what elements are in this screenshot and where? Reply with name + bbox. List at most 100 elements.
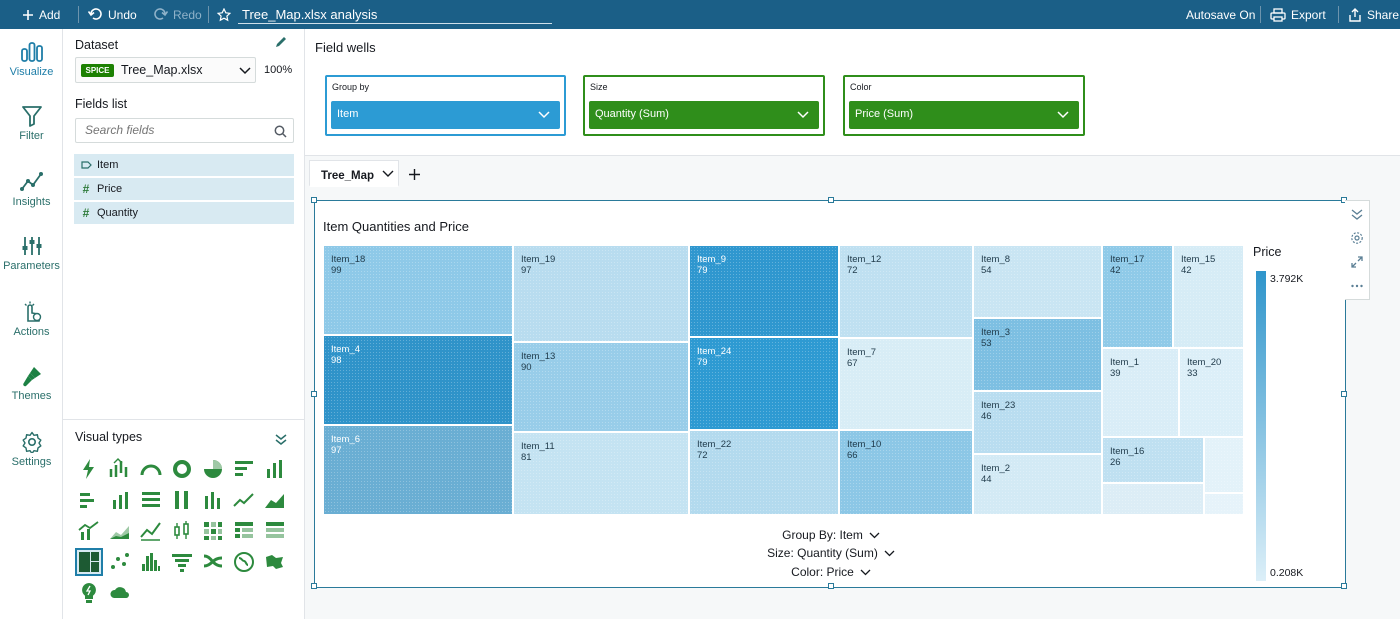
analysis-title[interactable]: Tree_Map.xlsx analysis — [242, 0, 377, 29]
line-area-icon[interactable] — [139, 519, 163, 543]
histogram-icon[interactable] — [139, 550, 163, 574]
area-icon[interactable] — [263, 488, 287, 512]
treemap-cell-item-6[interactable]: Item_6 97 — [323, 425, 513, 515]
export-button[interactable]: Export — [1270, 0, 1326, 29]
line-icon[interactable] — [232, 488, 256, 512]
gauge-icon[interactable] — [139, 457, 163, 481]
treemap-cell-item-10[interactable]: Item_10 66 — [839, 430, 973, 515]
tree-map-icon[interactable] — [75, 548, 103, 576]
treemap-cell-item-7[interactable]: Item_7 67 — [839, 338, 973, 430]
resize-handle[interactable] — [311, 391, 317, 397]
treemap-cell-item-18[interactable]: Item_18 99 — [323, 245, 513, 335]
nav-themes[interactable]: Themes — [0, 365, 63, 402]
tree-map-visual[interactable]: Item Quantities and Price Item_18 99 Item_… — [311, 197, 1347, 589]
scatter-icon[interactable] — [108, 550, 132, 574]
color-axis-control[interactable]: Color: Price — [315, 565, 1347, 579]
treemap-cell-item-2[interactable]: Item_2 44 — [973, 454, 1102, 515]
size-axis-control[interactable]: Size: Quantity (Sum) — [315, 546, 1347, 560]
kpi-icon[interactable] — [77, 457, 101, 481]
size-select[interactable]: Quantity (Sum) — [589, 101, 819, 129]
pie-icon[interactable] — [201, 457, 225, 481]
resize-handle[interactable] — [828, 583, 834, 589]
resize-handle[interactable] — [311, 583, 317, 589]
field-price[interactable]: # Price — [74, 178, 294, 200]
donut-icon[interactable] — [170, 457, 194, 481]
treemap-cell-item-12[interactable]: Item_12 72 — [839, 245, 973, 338]
field-quantity[interactable]: # Quantity — [74, 202, 294, 224]
nav-filter[interactable]: Filter — [0, 105, 63, 142]
nav-actions[interactable]: Actions — [0, 301, 63, 338]
filled-map-icon[interactable] — [263, 550, 287, 574]
cell-value: 54 — [981, 265, 992, 276]
expand-icon[interactable] — [1350, 255, 1364, 269]
resize-handle[interactable] — [828, 197, 834, 203]
treemap-cell-item-11[interactable]: Item_11 81 — [513, 432, 689, 515]
treemap-cell-item-1[interactable]: Item_1 39 — [1102, 348, 1179, 437]
resize-handle[interactable] — [1341, 583, 1347, 589]
treemap-cell-item-15[interactable]: Item_15 42 — [1173, 245, 1244, 348]
word-cloud-icon[interactable] — [108, 581, 132, 605]
undo-icon — [88, 8, 102, 20]
pivot-table-icon[interactable] — [232, 519, 256, 543]
nav-visualize[interactable]: Visualize — [0, 41, 63, 78]
visual-title[interactable]: Item Quantities and Price — [323, 219, 469, 234]
more-options-icon[interactable] — [1350, 279, 1364, 293]
edit-dataset-icon[interactable] — [274, 35, 288, 49]
treemap-cell-item-19[interactable]: Item_19 97 — [513, 245, 689, 342]
combo-icon[interactable] — [201, 488, 225, 512]
treemap-cell-item-3[interactable]: Item_3 53 — [973, 318, 1102, 391]
group-by-axis-control[interactable]: Group By: Item — [315, 528, 1347, 542]
sheet-tab[interactable]: Tree_Map — [309, 160, 399, 187]
treemap-cell-item-24[interactable]: Item_24 79 — [689, 337, 839, 430]
treemap-cell-item-8[interactable]: Item_8 54 — [973, 245, 1102, 318]
dataset-select[interactable]: SPICE Tree_Map.xlsx — [75, 57, 256, 83]
collapse-icon[interactable] — [275, 433, 287, 445]
treemap-cell-item-13[interactable]: Item_13 90 — [513, 342, 689, 432]
treemap-cell-item-4[interactable]: Item_4 98 — [323, 335, 513, 425]
insight-icon[interactable] — [77, 581, 101, 605]
nav-insights[interactable]: Insights — [0, 171, 63, 208]
treemap-cell-small[interactable] — [1204, 493, 1244, 515]
treemap-cell-item-23[interactable]: Item_23 46 — [973, 391, 1102, 454]
treemap-cell-small[interactable] — [1102, 483, 1204, 515]
box-plot-icon[interactable] — [170, 519, 194, 543]
treemap-cell-item-9[interactable]: Item_9 79 — [689, 245, 839, 337]
chevron-down-icon[interactable] — [382, 170, 394, 178]
favorite-button[interactable] — [217, 0, 231, 29]
treemap-cell-item-16[interactable]: Item_16 26 — [1102, 437, 1204, 483]
add-button[interactable]: Add — [22, 0, 60, 29]
horizontal-100-bar-icon[interactable] — [139, 488, 163, 512]
sankey-icon[interactable] — [201, 550, 225, 574]
treemap-cell-small[interactable] — [1204, 437, 1244, 493]
group-by-select[interactable]: Item — [331, 101, 560, 129]
search-fields-input[interactable] — [85, 123, 265, 137]
redo-button[interactable]: Redo — [153, 0, 202, 29]
horizontal-stacked-bar-icon[interactable] — [77, 488, 101, 512]
combo-line-icon[interactable] — [77, 519, 101, 543]
waterfall-icon[interactable] — [108, 457, 132, 481]
format-visual-icon[interactable] — [1350, 231, 1364, 245]
table-icon[interactable] — [263, 519, 287, 543]
funnel-icon[interactable] — [170, 550, 194, 574]
vertical-stacked-bar-icon[interactable] — [108, 488, 132, 512]
undo-button[interactable]: Undo — [88, 0, 137, 29]
heat-map-icon[interactable] — [201, 519, 225, 543]
add-sheet-icon[interactable] — [408, 168, 421, 181]
nav-settings[interactable]: Settings — [0, 431, 63, 468]
resize-handle[interactable] — [1341, 391, 1347, 397]
geo-map-icon[interactable] — [232, 550, 256, 574]
field-item[interactable]: Item — [74, 154, 294, 176]
vertical-100-bar-icon[interactable] — [170, 488, 194, 512]
color-select[interactable]: Price (Sum) — [849, 101, 1079, 129]
treemap-cell-item-20[interactable]: Item_20 33 — [1179, 348, 1244, 437]
vertical-bar-icon[interactable] — [263, 457, 287, 481]
treemap-cell-item-17[interactable]: Item_17 42 — [1102, 245, 1173, 348]
share-button[interactable]: Share — [1348, 0, 1399, 29]
resize-handle[interactable] — [311, 197, 317, 203]
stacked-area-icon[interactable] — [108, 519, 132, 543]
collapse-visual-icon[interactable] — [1350, 207, 1364, 221]
autosave-toggle[interactable]: Autosave On — [1186, 0, 1255, 29]
nav-parameters[interactable]: Parameters — [0, 235, 63, 272]
horizontal-bar-icon[interactable] — [232, 457, 256, 481]
treemap-cell-item-22[interactable]: Item_22 72 — [689, 430, 839, 515]
